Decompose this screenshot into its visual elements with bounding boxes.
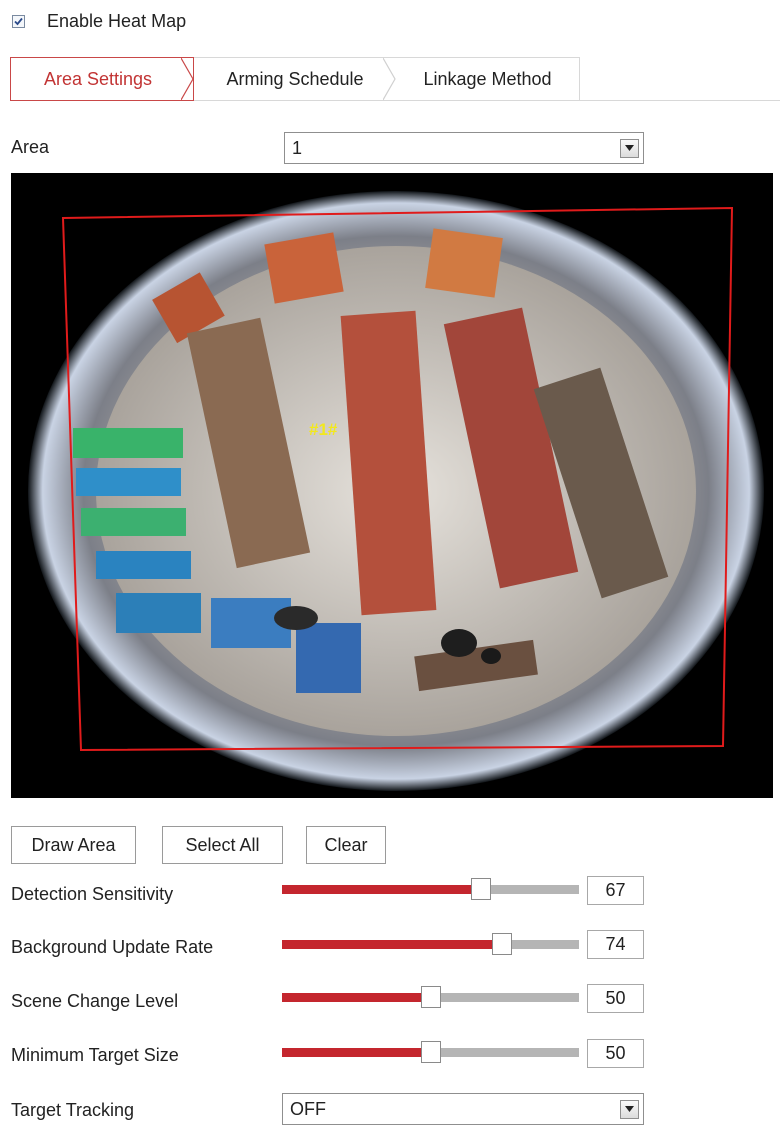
enable-heat-map-checkbox[interactable]	[12, 14, 25, 28]
tab-area-settings-label: Area Settings	[43, 68, 153, 89]
slider-fill	[282, 940, 502, 949]
detection-sensitivity-value[interactable]: 67	[587, 876, 644, 905]
target-tracking-value: OFF	[290, 1098, 326, 1119]
target-tracking-select[interactable]: OFF	[282, 1093, 644, 1125]
area-label: Area	[11, 137, 50, 157]
slider-fill	[282, 993, 431, 1002]
tab-arming-schedule-label: Arming Schedule	[226, 68, 364, 89]
slider-thumb[interactable]	[420, 986, 441, 1008]
background-update-rate-label: Background Update Rate	[11, 937, 214, 957]
slider-thumb[interactable]	[491, 933, 512, 955]
video-preview[interactable]: #1#	[11, 173, 773, 798]
slider-fill	[282, 885, 481, 894]
enable-heat-map-label: Enable Heat Map	[47, 10, 187, 31]
slider-thumb[interactable]	[470, 878, 491, 900]
scene-change-level-value[interactable]: 50	[587, 984, 644, 1013]
tab-linkage-method-label: Linkage Method	[423, 68, 552, 89]
select-all-button[interactable]: Select All	[162, 826, 283, 864]
slider-thumb[interactable]	[420, 1041, 441, 1063]
minimum-target-size-label: Minimum Target Size	[11, 1045, 179, 1065]
tab-separator-arrow-icon	[383, 57, 396, 101]
tab-arming-schedule[interactable]: Arming Schedule	[194, 57, 396, 101]
dropdown-arrow-icon[interactable]	[620, 138, 639, 158]
draw-area-button[interactable]: Draw Area	[11, 826, 136, 864]
tab-linkage-method[interactable]: Linkage Method	[396, 57, 580, 101]
dropdown-arrow-icon[interactable]	[620, 1099, 639, 1119]
area-select[interactable]: 1	[284, 132, 644, 164]
scene-change-level-slider[interactable]	[282, 986, 579, 1008]
checkmark-icon	[14, 17, 23, 25]
clear-button[interactable]: Clear	[306, 826, 386, 864]
tab-bar-divider	[580, 100, 780, 101]
area-select-value: 1	[292, 137, 303, 158]
target-tracking-label: Target Tracking	[11, 1100, 135, 1120]
tab-separator-arrow-icon	[181, 57, 194, 101]
background-update-rate-value[interactable]: 74	[587, 930, 644, 959]
enable-heat-map-row[interactable]: Enable Heat Map	[12, 10, 186, 32]
tab-area-settings[interactable]: Area Settings	[10, 57, 194, 101]
background-update-rate-slider[interactable]	[282, 933, 579, 955]
fisheye-camera-image: #1#	[11, 173, 773, 798]
minimum-target-size-value[interactable]: 50	[587, 1039, 644, 1068]
area-tag-label: #1#	[309, 420, 338, 439]
slider-fill	[282, 1048, 431, 1057]
minimum-target-size-slider[interactable]	[282, 1041, 579, 1063]
scene-change-level-label: Scene Change Level	[11, 991, 179, 1011]
detection-sensitivity-label: Detection Sensitivity	[11, 884, 174, 904]
detection-sensitivity-slider[interactable]	[282, 878, 579, 900]
